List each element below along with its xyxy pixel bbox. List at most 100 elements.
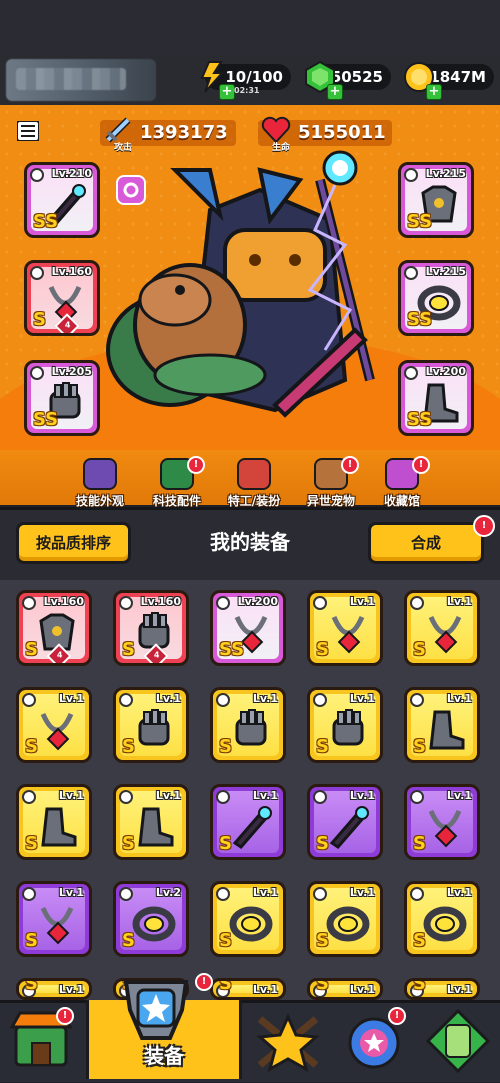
equipped-belt-slot[interactable]: Lv.215 SS: [398, 260, 474, 336]
inventory-item[interactable]: Lv.1 S: [16, 881, 92, 957]
attack-value: 1393173: [140, 122, 228, 143]
card-level: Lv.1: [349, 789, 375, 802]
necklace-icon: [40, 712, 74, 751]
equipped-weapon-slot[interactable]: Lv.210 SS: [24, 162, 100, 238]
card-grade: SS: [33, 409, 59, 430]
inventory-item[interactable]: Lv.1 S: [307, 590, 383, 666]
belt-icon: [229, 906, 273, 942]
card-level: Lv.1: [446, 692, 472, 705]
slot-type-icon: [216, 693, 230, 707]
skin-toggle-button[interactable]: [116, 175, 146, 205]
nav-tab-orbs[interactable]: !: [332, 1003, 416, 1079]
shortcut-1[interactable]: 技能外观: [62, 458, 138, 508]
merge-badge: !: [473, 515, 495, 537]
boots-icon: [41, 807, 77, 847]
coin-plus-icon[interactable]: +: [426, 84, 442, 100]
nav-tab-battle[interactable]: [416, 1003, 500, 1079]
inventory-item[interactable]: Lv.1 S: [307, 881, 383, 957]
shortcut-icon: [237, 458, 271, 490]
inventory-item[interactable]: Lv.1 S: [113, 687, 189, 763]
star-count: 4: [64, 320, 71, 330]
equipped-necklace-slot[interactable]: Lv.160 S 4: [24, 260, 100, 336]
equipped-gloves-slot[interactable]: Lv.205 SS: [24, 360, 100, 436]
shortcut-badge: !: [187, 456, 205, 474]
energy-counter[interactable]: + 10/100 02:31: [200, 61, 291, 100]
nav-tab-talent[interactable]: [246, 1003, 330, 1079]
slot-type-icon: [119, 596, 133, 610]
energy-timer: 02:31: [234, 86, 260, 95]
card-grade: S: [33, 309, 46, 330]
weapon-icon: [232, 806, 272, 849]
nav-tab-shop[interactable]: !: [0, 1003, 84, 1079]
energy-plus-icon[interactable]: +: [219, 84, 235, 100]
inventory-item[interactable]: Lv.200 SS: [210, 590, 286, 666]
hp-stat: 生命 5155011: [258, 116, 392, 153]
inventory-item[interactable]: Lv.2 S: [113, 881, 189, 957]
shortcut-5[interactable]: 收藏馆!: [364, 456, 440, 508]
inventory-item[interactable]: Lv.1 S: [307, 978, 383, 1000]
slot-type-icon: [410, 887, 424, 901]
slot-type-icon: [119, 790, 133, 804]
shortcut-2[interactable]: 科技配件!: [139, 456, 215, 508]
gem-plus-icon[interactable]: +: [327, 84, 343, 100]
card-grade: SS: [407, 309, 433, 330]
card-grade: S: [413, 833, 426, 854]
merge-button[interactable]: 合成: [368, 522, 484, 564]
player-avatar-blurred[interactable]: [6, 59, 156, 101]
slot-type-icon: [119, 693, 133, 707]
card-grade: S: [219, 736, 232, 757]
card-level: Lv.1: [349, 595, 375, 608]
gem-counter[interactable]: + 50525: [305, 60, 391, 100]
inventory-item[interactable]: Lv.1 S: [16, 784, 92, 860]
inventory-item[interactable]: Lv.1 S: [307, 687, 383, 763]
necklace-icon: [331, 615, 365, 654]
card-grade: S: [25, 978, 38, 994]
inventory-item[interactable]: Lv.1 S: [404, 687, 480, 763]
inventory-item[interactable]: Lv.1 S: [16, 978, 92, 1000]
slot-type-icon: [313, 693, 327, 707]
hp-label: 生命: [272, 143, 291, 153]
card-level: Lv.2: [155, 886, 181, 899]
inventory-item[interactable]: Lv.1 S: [113, 784, 189, 860]
inventory-item[interactable]: Lv.1 S: [210, 978, 286, 1000]
card-level: Lv.215: [425, 167, 466, 180]
star-count: 4: [153, 650, 160, 660]
gloves-icon: [235, 709, 267, 746]
necklace-icon: [428, 615, 462, 654]
orbs-badge: !: [388, 1007, 406, 1025]
inventory-item[interactable]: Lv.160 S 4: [113, 590, 189, 666]
inventory-item[interactable]: Lv.1 S: [210, 784, 286, 860]
card-grade: S: [122, 833, 135, 854]
shortcut-3[interactable]: 特工/装扮: [216, 458, 292, 508]
inventory-item[interactable]: Lv.1 S: [210, 687, 286, 763]
card-level: Lv.1: [58, 983, 84, 996]
equipped-boots-slot[interactable]: Lv.200 SS: [398, 360, 474, 436]
card-grade: S: [122, 930, 135, 951]
inventory-item[interactable]: Lv.1 S: [404, 881, 480, 957]
card-grade: S: [413, 978, 426, 994]
inventory-item[interactable]: Lv.160 S 4: [16, 590, 92, 666]
inventory-item[interactable]: Lv.1 S: [404, 784, 480, 860]
slot-type-icon: [313, 596, 327, 610]
inventory-item[interactable]: Lv.1 S: [16, 687, 92, 763]
inventory-item[interactable]: Lv.1 S: [210, 881, 286, 957]
inventory-item[interactable]: Lv.1 S: [307, 784, 383, 860]
slot-type-icon: [22, 596, 36, 610]
card-grade: SS: [33, 211, 59, 232]
card-grade: S: [316, 930, 329, 951]
weapon-icon: [329, 806, 369, 849]
menu-list-icon[interactable]: [17, 121, 39, 141]
equipped-armor-slot[interactable]: Lv.215 SS: [398, 162, 474, 238]
slot-type-icon: [313, 790, 327, 804]
shortcut-badge: !: [341, 456, 359, 474]
target-icon: [123, 182, 139, 198]
card-level: Lv.1: [155, 789, 181, 802]
star-count: 4: [56, 650, 63, 660]
inventory-item[interactable]: Lv.1 S: [404, 590, 480, 666]
coin-counter[interactable]: + 1847M: [404, 62, 494, 100]
slot-type-icon: [22, 790, 36, 804]
inventory-item[interactable]: Lv.1 S: [404, 978, 480, 1000]
sort-by-quality-button[interactable]: 按品质排序: [16, 522, 131, 564]
card-level: Lv.1: [349, 692, 375, 705]
shortcut-4[interactable]: 异世宠物!: [293, 456, 369, 508]
